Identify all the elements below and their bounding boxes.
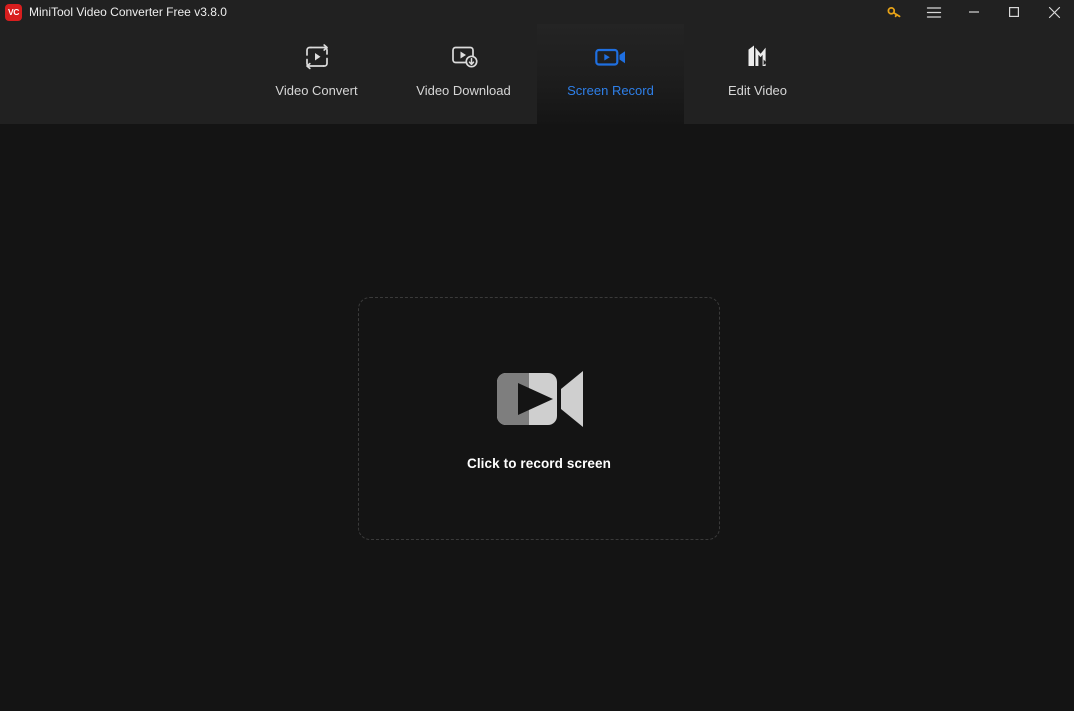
tab-screen-record[interactable]: Screen Record xyxy=(537,24,684,124)
window-controls xyxy=(874,0,1074,24)
video-convert-icon xyxy=(302,40,332,74)
tab-label: Video Download xyxy=(416,83,511,98)
main-navigation: Video Convert Video Download Screen Reco… xyxy=(0,24,1074,124)
minimize-icon[interactable] xyxy=(954,0,994,24)
app-window: VC MiniTool Video Converter Free v3.8.0 xyxy=(0,0,1074,711)
edit-video-icon xyxy=(743,40,773,74)
tab-video-convert[interactable]: Video Convert xyxy=(243,24,390,124)
key-icon[interactable] xyxy=(874,0,914,24)
camcorder-icon xyxy=(491,366,587,432)
title-bar: VC MiniTool Video Converter Free v3.8.0 xyxy=(0,0,1074,24)
tab-video-download[interactable]: Video Download xyxy=(390,24,537,124)
main-content: Click to record screen xyxy=(0,124,1074,711)
app-logo-icon: VC xyxy=(5,3,22,21)
app-logo-text: VC xyxy=(7,6,19,17)
dropzone-label: Click to record screen xyxy=(466,456,611,472)
tab-label: Video Convert xyxy=(275,83,358,98)
menu-icon[interactable] xyxy=(914,0,954,24)
nav-tab-list: Video Convert Video Download Screen Reco… xyxy=(243,24,831,124)
tab-edit-video[interactable]: Edit Video xyxy=(684,24,831,124)
tab-label: Edit Video xyxy=(727,83,788,98)
video-download-icon xyxy=(449,40,479,74)
screen-record-icon xyxy=(594,40,628,74)
maximize-icon[interactable] xyxy=(994,0,1034,24)
record-screen-dropzone[interactable]: Click to record screen xyxy=(358,297,720,540)
window-title: MiniTool Video Converter Free v3.8.0 xyxy=(29,5,227,19)
close-icon[interactable] xyxy=(1034,0,1074,24)
tab-label: Screen Record xyxy=(567,83,654,98)
